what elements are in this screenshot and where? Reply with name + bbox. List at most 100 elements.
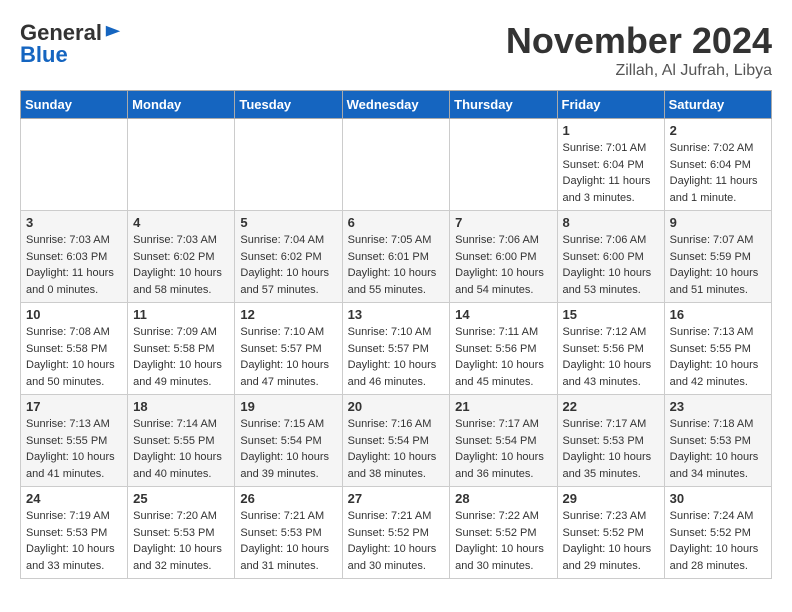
cell-info: Sunrise: 7:05 AM Sunset: 6:01 PM Dayligh…	[348, 232, 445, 298]
calendar-cell: 30 Sunrise: 7:24 AM Sunset: 5:52 PM Dayli…	[664, 487, 771, 579]
logo-blue-text: Blue	[20, 42, 68, 68]
cell-info: Sunrise: 7:17 AM Sunset: 5:54 PM Dayligh…	[455, 416, 551, 482]
cell-info: Sunrise: 7:10 AM Sunset: 5:57 PM Dayligh…	[240, 324, 336, 390]
day-number: 16	[670, 307, 766, 322]
day-number: 11	[133, 307, 229, 322]
day-number: 12	[240, 307, 336, 322]
day-number: 22	[563, 399, 659, 414]
day-number: 25	[133, 491, 229, 506]
day-number: 7	[455, 215, 551, 230]
calendar-week-row: 24 Sunrise: 7:19 AM Sunset: 5:53 PM Dayli…	[21, 487, 772, 579]
calendar-cell: 4 Sunrise: 7:03 AM Sunset: 6:02 PM Daylig…	[128, 211, 235, 303]
day-number: 19	[240, 399, 336, 414]
location-subtitle: Zillah, Al Jufrah, Libya	[506, 62, 772, 80]
day-number: 20	[348, 399, 445, 414]
day-number: 23	[670, 399, 766, 414]
day-number: 27	[348, 491, 445, 506]
title-block: November 2024 Zillah, Al Jufrah, Libya	[506, 20, 772, 80]
cell-info: Sunrise: 7:13 AM Sunset: 5:55 PM Dayligh…	[26, 416, 122, 482]
calendar-cell: 18 Sunrise: 7:14 AM Sunset: 5:55 PM Dayli…	[128, 395, 235, 487]
calendar-cell: 15 Sunrise: 7:12 AM Sunset: 5:56 PM Dayli…	[557, 303, 664, 395]
day-number: 18	[133, 399, 229, 414]
calendar-cell	[128, 119, 235, 211]
cell-info: Sunrise: 7:17 AM Sunset: 5:53 PM Dayligh…	[563, 416, 659, 482]
day-number: 24	[26, 491, 122, 506]
column-header-saturday: Saturday	[664, 91, 771, 119]
calendar-cell: 12 Sunrise: 7:10 AM Sunset: 5:57 PM Dayli…	[235, 303, 342, 395]
calendar-cell: 19 Sunrise: 7:15 AM Sunset: 5:54 PM Dayli…	[235, 395, 342, 487]
cell-info: Sunrise: 7:24 AM Sunset: 5:52 PM Dayligh…	[670, 508, 766, 574]
calendar-cell: 11Sunrise: 7:09 AM Sunset: 5:58 PM Dayli…	[128, 303, 235, 395]
day-number: 2	[670, 123, 766, 138]
cell-info: Sunrise: 7:16 AM Sunset: 5:54 PM Dayligh…	[348, 416, 445, 482]
day-number: 13	[348, 307, 445, 322]
calendar-cell: 9Sunrise: 7:07 AM Sunset: 5:59 PM Daylig…	[664, 211, 771, 303]
calendar-cell: 22 Sunrise: 7:17 AM Sunset: 5:53 PM Dayli…	[557, 395, 664, 487]
cell-info: Sunrise: 7:18 AM Sunset: 5:53 PM Dayligh…	[670, 416, 766, 482]
calendar-cell: 7Sunrise: 7:06 AM Sunset: 6:00 PM Daylig…	[450, 211, 557, 303]
cell-info: Sunrise: 7:21 AM Sunset: 5:52 PM Dayligh…	[348, 508, 445, 574]
cell-info: Sunrise: 7:01 AM Sunset: 6:04 PM Dayligh…	[563, 140, 659, 206]
cell-info: Sunrise: 7:08 AM Sunset: 5:58 PM Dayligh…	[26, 324, 122, 390]
column-header-sunday: Sunday	[21, 91, 128, 119]
column-header-monday: Monday	[128, 91, 235, 119]
cell-info: Sunrise: 7:13 AM Sunset: 5:55 PM Dayligh…	[670, 324, 766, 390]
cell-info: Sunrise: 7:23 AM Sunset: 5:52 PM Dayligh…	[563, 508, 659, 574]
column-header-wednesday: Wednesday	[342, 91, 450, 119]
day-number: 26	[240, 491, 336, 506]
day-number: 28	[455, 491, 551, 506]
calendar-cell	[235, 119, 342, 211]
day-number: 6	[348, 215, 445, 230]
day-number: 30	[670, 491, 766, 506]
calendar-cell	[342, 119, 450, 211]
calendar-cell: 16 Sunrise: 7:13 AM Sunset: 5:55 PM Dayli…	[664, 303, 771, 395]
cell-info: Sunrise: 7:20 AM Sunset: 5:53 PM Dayligh…	[133, 508, 229, 574]
calendar-cell: 17 Sunrise: 7:13 AM Sunset: 5:55 PM Dayli…	[21, 395, 128, 487]
calendar-cell: 26Sunrise: 7:21 AM Sunset: 5:53 PM Dayli…	[235, 487, 342, 579]
page-header: General Blue November 2024 Zillah, Al Ju…	[20, 20, 772, 80]
day-number: 8	[563, 215, 659, 230]
cell-info: Sunrise: 7:04 AM Sunset: 6:02 PM Dayligh…	[240, 232, 336, 298]
day-number: 9	[670, 215, 766, 230]
calendar-cell: 10Sunrise: 7:08 AM Sunset: 5:58 PM Dayli…	[21, 303, 128, 395]
calendar-header-row: SundayMondayTuesdayWednesdayThursdayFrid…	[21, 91, 772, 119]
cell-info: Sunrise: 7:03 AM Sunset: 6:02 PM Dayligh…	[133, 232, 229, 298]
column-header-friday: Friday	[557, 91, 664, 119]
day-number: 4	[133, 215, 229, 230]
day-number: 1	[563, 123, 659, 138]
logo-flag-icon	[104, 24, 122, 42]
calendar-cell: 1 Sunrise: 7:01 AM Sunset: 6:04 PM Daylig…	[557, 119, 664, 211]
calendar-cell: 29 Sunrise: 7:23 AM Sunset: 5:52 PM Dayli…	[557, 487, 664, 579]
cell-info: Sunrise: 7:19 AM Sunset: 5:53 PM Dayligh…	[26, 508, 122, 574]
cell-info: Sunrise: 7:03 AM Sunset: 6:03 PM Dayligh…	[26, 232, 122, 298]
calendar-cell: 23 Sunrise: 7:18 AM Sunset: 5:53 PM Dayli…	[664, 395, 771, 487]
calendar-week-row: 3Sunrise: 7:03 AM Sunset: 6:03 PM Daylig…	[21, 211, 772, 303]
column-header-tuesday: Tuesday	[235, 91, 342, 119]
calendar-cell: 20 Sunrise: 7:16 AM Sunset: 5:54 PM Dayli…	[342, 395, 450, 487]
calendar-cell: 3Sunrise: 7:03 AM Sunset: 6:03 PM Daylig…	[21, 211, 128, 303]
calendar-cell: 13 Sunrise: 7:10 AM Sunset: 5:57 PM Dayli…	[342, 303, 450, 395]
day-number: 17	[26, 399, 122, 414]
cell-info: Sunrise: 7:14 AM Sunset: 5:55 PM Dayligh…	[133, 416, 229, 482]
calendar-week-row: 17 Sunrise: 7:13 AM Sunset: 5:55 PM Dayli…	[21, 395, 772, 487]
cell-info: Sunrise: 7:06 AM Sunset: 6:00 PM Dayligh…	[563, 232, 659, 298]
calendar-cell: 8 Sunrise: 7:06 AM Sunset: 6:00 PM Daylig…	[557, 211, 664, 303]
calendar-cell	[21, 119, 128, 211]
calendar-cell: 21 Sunrise: 7:17 AM Sunset: 5:54 PM Dayli…	[450, 395, 557, 487]
day-number: 15	[563, 307, 659, 322]
calendar-cell: 2 Sunrise: 7:02 AM Sunset: 6:04 PM Daylig…	[664, 119, 771, 211]
cell-info: Sunrise: 7:12 AM Sunset: 5:56 PM Dayligh…	[563, 324, 659, 390]
calendar-week-row: 10Sunrise: 7:08 AM Sunset: 5:58 PM Dayli…	[21, 303, 772, 395]
day-number: 21	[455, 399, 551, 414]
calendar-cell: 6 Sunrise: 7:05 AM Sunset: 6:01 PM Daylig…	[342, 211, 450, 303]
day-number: 29	[563, 491, 659, 506]
column-header-thursday: Thursday	[450, 91, 557, 119]
calendar-cell: 5 Sunrise: 7:04 AM Sunset: 6:02 PM Daylig…	[235, 211, 342, 303]
cell-info: Sunrise: 7:10 AM Sunset: 5:57 PM Dayligh…	[348, 324, 445, 390]
cell-info: Sunrise: 7:11 AM Sunset: 5:56 PM Dayligh…	[455, 324, 551, 390]
calendar-week-row: 1 Sunrise: 7:01 AM Sunset: 6:04 PM Daylig…	[21, 119, 772, 211]
cell-info: Sunrise: 7:22 AM Sunset: 5:52 PM Dayligh…	[455, 508, 551, 574]
day-number: 5	[240, 215, 336, 230]
cell-info: Sunrise: 7:15 AM Sunset: 5:54 PM Dayligh…	[240, 416, 336, 482]
cell-info: Sunrise: 7:02 AM Sunset: 6:04 PM Dayligh…	[670, 140, 766, 206]
